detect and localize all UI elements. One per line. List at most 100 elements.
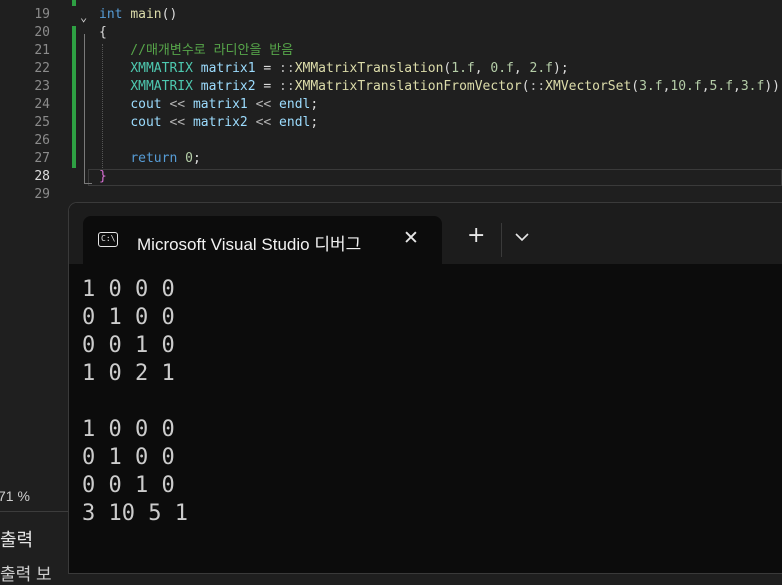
code-token: cout	[130, 115, 162, 130]
code-text: cout << matrix2 << endl;	[99, 114, 318, 132]
debug-console-window[interactable]: C:\ Microsoft Visual Studio 디버그 ✕ + 1 0 …	[69, 203, 782, 573]
code-token: ,	[513, 61, 530, 76]
code-token: 2.f	[529, 61, 554, 76]
terminal-tab[interactable]: C:\ Microsoft Visual Studio 디버그 ✕	[83, 216, 442, 264]
code-token: <<	[169, 115, 186, 130]
line-number: 23	[34, 79, 50, 94]
code-text: XMMATRIX matrix2 = ::XMMatrixTranslation…	[99, 78, 782, 96]
console-output-line: 3 10 5 1	[82, 501, 188, 526]
code-token: }	[99, 169, 107, 184]
code-token: 5.f	[709, 79, 734, 94]
line-number: 20	[34, 25, 50, 40]
code-token: <<	[255, 97, 272, 112]
console-output-line: 1 0 2 1	[82, 361, 175, 386]
code-line[interactable]: 26	[0, 132, 782, 150]
code-line[interactable]: 29	[0, 186, 782, 204]
console-output-line: 1 0 0 0	[82, 417, 175, 442]
code-token: matrix2	[200, 79, 256, 94]
code-token: );	[553, 61, 569, 76]
line-number: 22	[34, 61, 50, 76]
tab-divider	[501, 223, 502, 257]
code-line[interactable]: 23 XMMATRIX matrix2 = ::XMMatrixTranslat…	[0, 78, 782, 96]
code-token: (	[631, 79, 640, 94]
new-tab-plus-icon[interactable]: +	[467, 225, 485, 247]
divider	[0, 511, 69, 512]
code-token: XMMATRIX	[130, 79, 193, 94]
code-token: XMMatrixTranslationFromVector	[294, 79, 522, 94]
code-line[interactable]: 21 //매개변수로 라디안을 받음	[0, 42, 782, 60]
code-line[interactable]: 22 XMMATRIX matrix1 = ::XMMatrixTranslat…	[0, 60, 782, 78]
console-output: 1 0 0 0 0 1 0 0 0 0 1 0 1 0 2 1 1 0 0 0 0 1 0…	[82, 276, 188, 528]
code-line[interactable]: 24 cout << matrix1 << endl;	[0, 96, 782, 114]
code-line[interactable]: 27 return 0;	[0, 150, 782, 168]
code-token: ,	[733, 79, 741, 94]
code-token: cout	[130, 97, 162, 112]
terminal-icon: C:\	[98, 232, 118, 247]
console-output-line: 1 0 0 0	[82, 277, 175, 302]
line-number: 29	[34, 187, 50, 202]
code-line[interactable]: 28}	[0, 168, 782, 186]
code-token: ;	[192, 151, 201, 166]
code-token: ;	[310, 115, 319, 130]
console-output-line: 0 1 0 0	[82, 305, 175, 330]
line-number: 28	[34, 169, 50, 184]
line-number: 24	[34, 97, 50, 112]
code-token: endl	[279, 115, 311, 130]
console-output-line: 0 0 1 0	[82, 473, 175, 498]
code-token: ()	[161, 7, 178, 22]
code-token: =	[255, 79, 280, 94]
output-panel-title: 출력	[0, 530, 34, 550]
code-text: XMMATRIX matrix1 = ::XMMatrixTranslation…	[99, 60, 569, 78]
code-token: =	[255, 61, 280, 76]
code-text: int main()	[99, 6, 177, 24]
code-token: {	[99, 25, 107, 40]
code-line[interactable]: 25 cout << matrix2 << endl;	[0, 114, 782, 132]
code-token: 3.f	[639, 79, 663, 94]
code-token: ));	[764, 79, 782, 94]
code-token: ::	[279, 79, 295, 94]
code-token: <<	[169, 97, 186, 112]
code-token: 1.f	[451, 61, 475, 76]
zoom-level[interactable]: 71 %	[0, 488, 30, 504]
line-number: 27	[34, 151, 50, 166]
code-token: ::	[279, 61, 295, 76]
code-editor[interactable]: ⌄ 19 int main() 20{21 //매개변수로 라디안을 받음 22 XM…	[0, 0, 782, 210]
terminal-tab-bar: C:\ Microsoft Visual Studio 디버그 ✕ +	[69, 203, 782, 264]
tab-title: Microsoft Visual Studio 디버그	[137, 235, 362, 254]
code-token: 3.f	[740, 79, 765, 94]
code-token: XMMATRIX	[130, 61, 193, 76]
code-line[interactable]: 20 {	[0, 24, 782, 42]
code-token: 0	[185, 151, 193, 166]
code-text: return 0;	[99, 150, 201, 168]
code-token: return	[130, 151, 178, 166]
code-token: ,	[474, 61, 491, 76]
code-token: XMMatrixTranslation	[294, 61, 444, 76]
code-token: int	[99, 7, 123, 22]
close-tab-icon[interactable]: ✕	[403, 227, 419, 249]
chevron-down-icon[interactable]	[512, 227, 532, 247]
line-number: 25	[34, 115, 50, 130]
code-token: 10.f	[670, 79, 702, 94]
code-line[interactable]: 19 int main()	[0, 6, 782, 24]
console-output-line: 0 0 1 0	[82, 333, 175, 358]
code-token: ;	[310, 97, 319, 112]
code-token: <<	[255, 115, 272, 130]
code-token: ::	[529, 79, 546, 94]
code-token: matrix2	[192, 115, 248, 130]
code-token: endl	[279, 97, 311, 112]
line-number: 26	[34, 133, 50, 148]
code-text: {	[99, 24, 107, 42]
line-number: 19	[34, 7, 50, 22]
